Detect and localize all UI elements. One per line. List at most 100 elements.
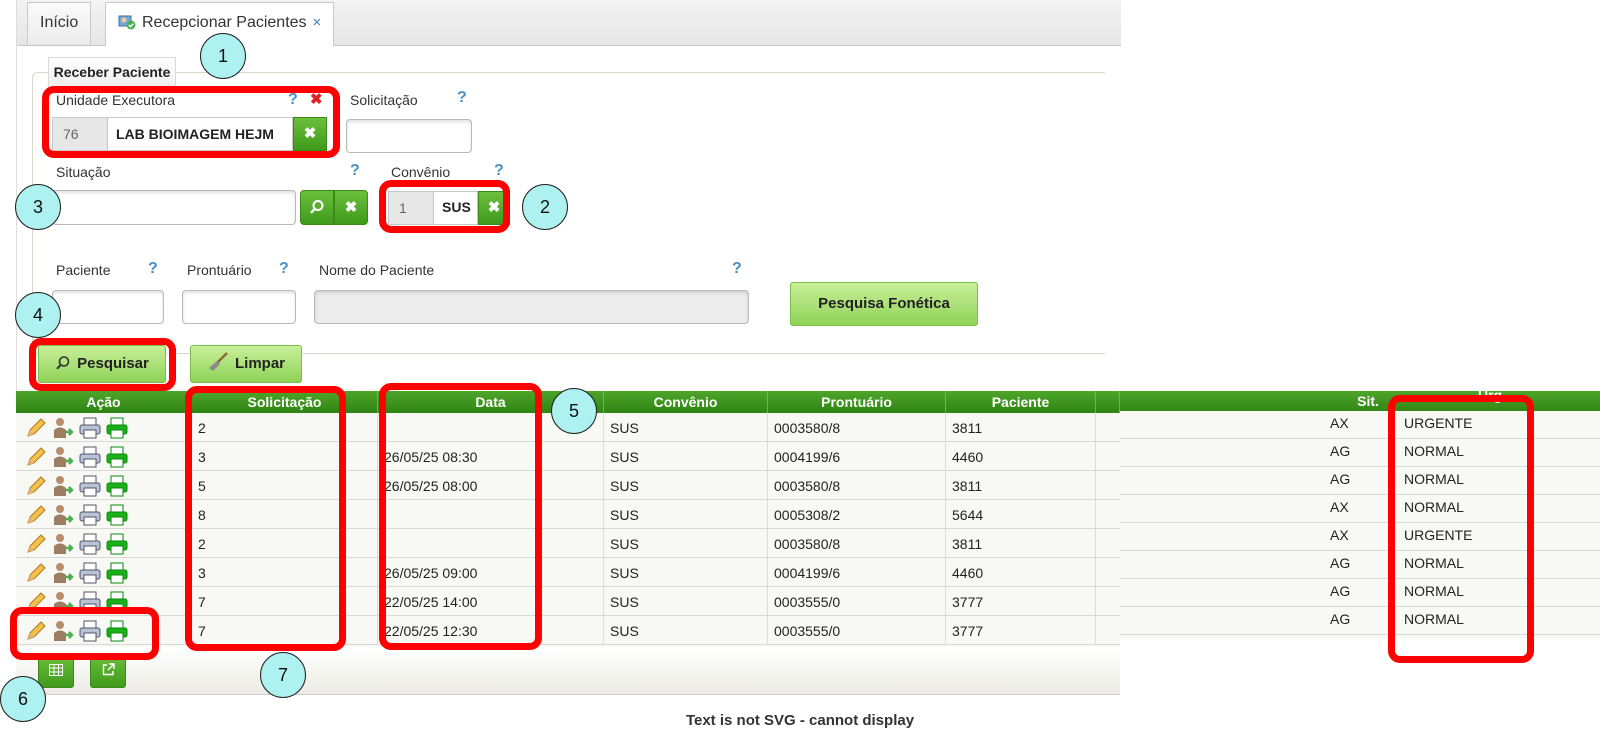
receive-patient-icon[interactable] <box>51 445 75 469</box>
cell-sit: AG <box>1320 551 1394 579</box>
convenio-label: Convênio <box>391 164 451 180</box>
paciente-input[interactable] <box>52 290 164 324</box>
col-paciente[interactable]: Paciente <box>946 391 1096 413</box>
table-row[interactable]: 3 26/05/25 09:00 SUS 0004199/6 4460 <box>16 558 1120 587</box>
edit-icon[interactable] <box>24 416 48 440</box>
highlight-pesquisar <box>29 338 176 391</box>
action-cell <box>16 471 192 500</box>
tab-label: Recepcionar Pacientes <box>142 14 307 31</box>
cell-paciente: 3777 <box>946 587 1096 616</box>
print-icon[interactable] <box>78 416 102 440</box>
limpar-button[interactable]: Limpar <box>190 345 302 383</box>
cell-paciente: 5644 <box>946 500 1096 529</box>
edit-icon[interactable] <box>24 474 48 498</box>
close-icon[interactable]: × <box>313 14 322 31</box>
action-icons <box>24 561 132 585</box>
print-label-icon[interactable] <box>105 445 129 469</box>
marker-5: 5 <box>551 388 597 434</box>
receive-patient-icon[interactable] <box>51 561 75 585</box>
cell-convenio: SUS <box>604 471 768 500</box>
prontuario-label: Prontuário <box>187 262 252 278</box>
print-label-icon[interactable] <box>105 416 129 440</box>
highlight-unidade <box>42 86 340 158</box>
cell-sit: AX <box>1320 495 1394 523</box>
receive-patient-icon[interactable] <box>51 503 75 527</box>
cell-prontuario: 0004199/6 <box>768 442 946 471</box>
table-body: 2 SUS 0003580/8 3811 3 26/05/25 08:30 SUS 00041… <box>16 413 1120 647</box>
action-icons <box>24 503 132 527</box>
pesquisa-fonetica-button[interactable]: Pesquisa Fonética <box>790 282 978 326</box>
action-icons <box>24 474 132 498</box>
print-icon[interactable] <box>78 445 102 469</box>
receive-patient-icon[interactable] <box>51 416 75 440</box>
grid-icon <box>49 664 63 676</box>
table-row[interactable]: 7 22/05/25 14:00 SUS 0003555/0 3777 <box>16 587 1120 616</box>
prontuario-input[interactable] <box>182 290 296 324</box>
print-icon[interactable] <box>78 561 102 585</box>
cell-prontuario: 0003580/8 <box>768 471 946 500</box>
print-label-icon[interactable] <box>105 561 129 585</box>
action-cell <box>16 500 192 529</box>
table-row[interactable]: 7 22/05/25 12:30 SUS 0003555/0 3777 <box>16 616 1120 645</box>
col-prontuario[interactable]: Prontuário <box>768 391 946 413</box>
col-convenio[interactable]: Convênio <box>604 391 768 413</box>
print-icon[interactable] <box>78 474 102 498</box>
edit-icon[interactable] <box>24 503 48 527</box>
marker-3: 3 <box>15 184 61 230</box>
patients-icon <box>118 6 136 30</box>
edit-icon[interactable] <box>24 445 48 469</box>
cell-paciente: 4460 <box>946 558 1096 587</box>
edit-icon[interactable] <box>24 561 48 585</box>
cell-convenio: SUS <box>604 442 768 471</box>
col-sit[interactable]: Sit. <box>1346 391 1390 411</box>
situacao-label: Situação <box>56 164 111 180</box>
cell-prontuario: 0003580/8 <box>768 413 946 442</box>
search-situacao-button[interactable] <box>300 190 334 225</box>
receive-patient-icon[interactable] <box>51 474 75 498</box>
action-icons <box>24 445 132 469</box>
cell-convenio: SUS <box>604 413 768 442</box>
help-icon[interactable]: ? <box>457 89 467 107</box>
cell-convenio: SUS <box>604 529 768 558</box>
external-link-icon <box>102 663 115 676</box>
search-icon <box>310 200 324 214</box>
help-icon[interactable]: ? <box>732 260 742 278</box>
receive-patient-icon[interactable] <box>51 532 75 556</box>
caption-text: Text is not SVG - cannot display <box>685 712 915 729</box>
action-cell <box>16 413 192 442</box>
clear-situacao-button[interactable]: ✖ <box>334 190 368 225</box>
print-icon[interactable] <box>78 503 102 527</box>
help-icon[interactable]: ? <box>494 162 504 180</box>
limpar-label: Limpar <box>234 355 285 372</box>
cell-paciente: 3811 <box>946 413 1096 442</box>
paciente-label: Paciente <box>56 262 111 278</box>
highlight-data <box>379 383 542 650</box>
tab-inicio[interactable]: Início <box>27 2 92 44</box>
cell-prontuario: 0004199/6 <box>768 558 946 587</box>
cell-paciente: 3777 <box>946 616 1096 645</box>
help-icon[interactable]: ? <box>148 260 158 278</box>
print-label-icon[interactable] <box>105 503 129 527</box>
action-icons <box>24 416 132 440</box>
table-row[interactable]: 5 26/05/25 08:00 SUS 0003580/8 3811 <box>16 471 1120 500</box>
cell-sit: AG <box>1320 439 1394 467</box>
nome-paciente-input[interactable] <box>314 290 749 324</box>
situacao-input[interactable] <box>52 190 296 225</box>
cell-sit: AG <box>1320 607 1394 635</box>
table-footer <box>16 648 1120 695</box>
panel-legend: Receber Paciente <box>48 57 176 87</box>
print-label-icon[interactable] <box>105 474 129 498</box>
print-label-icon[interactable] <box>105 532 129 556</box>
edit-icon[interactable] <box>24 532 48 556</box>
help-icon[interactable]: ? <box>350 162 360 180</box>
table-row[interactable]: 8 SUS 0005308/2 5644 <box>16 500 1120 529</box>
solicitacao-input[interactable] <box>346 119 472 153</box>
help-icon[interactable]: ? <box>279 260 289 278</box>
action-icons <box>24 532 132 556</box>
print-icon[interactable] <box>78 532 102 556</box>
table-row[interactable]: 2 SUS 0003580/8 3811 <box>16 529 1120 558</box>
table-row[interactable]: 3 26/05/25 08:30 SUS 0004199/6 4460 <box>16 442 1120 471</box>
col-acao[interactable]: Ação <box>16 391 192 413</box>
tab-bar: Início Recepcionar Pacientes × <box>17 0 1121 46</box>
action-cell <box>16 558 192 587</box>
